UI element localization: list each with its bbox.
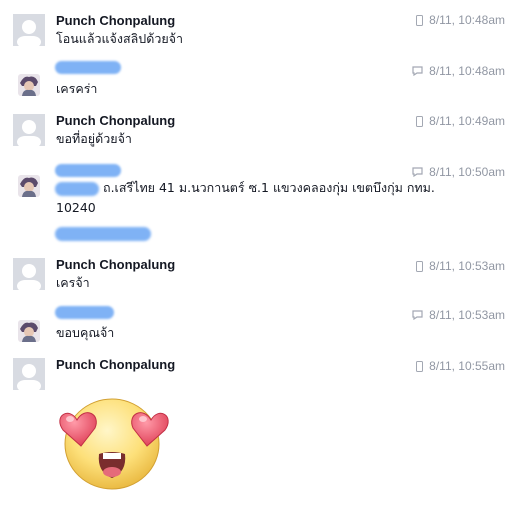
avatar[interactable] [18,74,40,96]
chat-icon [412,66,423,76]
timestamp: 8/11, 10:48am [429,13,505,27]
message-text: เครคร่า [56,81,98,96]
message-meta: 8/11, 10:49am [416,114,505,128]
heart-eyes-emoji-icon[interactable] [55,392,175,492]
message-meta: 8/11, 10:48am [412,64,505,78]
default-avatar-icon [17,120,41,146]
timestamp: 8/11, 10:53am [429,308,505,322]
sender-name[interactable]: Punch Chonpalung [56,257,175,272]
avatar[interactable] [13,358,45,390]
timestamp: 8/11, 10:50am [429,165,505,179]
redacted-name [55,306,114,319]
phone-icon [416,260,424,272]
chat-icon [412,310,423,320]
user-photo-icon [18,175,40,197]
timestamp: 8/11, 10:48am [429,64,505,78]
message-text: โอนแล้วแจ้งสลิปด้วยจ้า [56,31,184,46]
default-avatar-icon [17,264,41,290]
redacted-name [55,164,121,177]
message-text: ขอที่อยู่ด้วยจ้า [56,131,132,146]
sender-name[interactable]: Punch Chonpalung [56,113,175,128]
message-text: ขอบคุณจ้า [56,325,115,340]
sender-name[interactable]: Punch Chonpalung [56,357,175,372]
message-text: ถ.เสรีไทย 41 ม.นวกานตร์ ซ.1 แขวงคลองกุ่ม… [103,180,435,195]
default-avatar-icon [17,364,41,390]
message-text-line2: 10240 [56,200,96,215]
avatar[interactable] [18,320,40,342]
user-photo-icon [18,320,40,342]
phone-icon [416,115,424,127]
user-photo-icon [18,74,40,96]
chat-icon [412,167,423,177]
avatar[interactable] [18,175,40,197]
phone-icon [416,360,424,372]
message-meta: 8/11, 10:55am [416,359,505,373]
message-meta: 8/11, 10:53am [412,308,505,322]
default-avatar-icon [17,20,41,46]
message-text: เครจ้า [56,275,90,290]
redacted-text [55,227,151,241]
avatar[interactable] [13,114,45,146]
redacted-name [55,61,121,74]
redacted-text [55,182,99,196]
timestamp: 8/11, 10:53am [429,259,505,273]
message-meta: 8/11, 10:53am [416,259,505,273]
timestamp: 8/11, 10:49am [429,114,505,128]
avatar[interactable] [13,14,45,46]
message-meta: 8/11, 10:50am [412,165,505,179]
avatar[interactable] [13,258,45,290]
message-meta: 8/11, 10:48am [416,13,505,27]
phone-icon [416,14,424,26]
timestamp: 8/11, 10:55am [429,359,505,373]
sender-name[interactable]: Punch Chonpalung [56,13,175,28]
